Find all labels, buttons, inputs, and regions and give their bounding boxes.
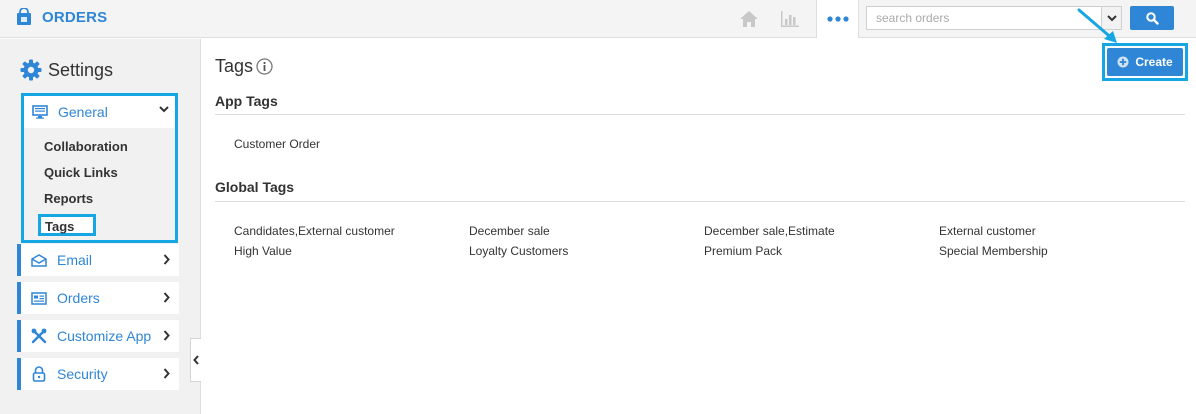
settings-header: Settings [20,59,113,81]
envelope-icon [31,252,47,268]
tag-item[interactable]: December sale,Estimate [704,224,835,238]
divider [215,201,1185,202]
sidebar-item-label: Orders [57,290,100,306]
pointer-arrow-icon [1077,8,1117,43]
sidebar-subitem-reports[interactable]: Reports [44,191,93,206]
chart-icon[interactable] [779,8,801,30]
chevron-down-icon [159,106,169,113]
app-tags-heading: App Tags [215,93,278,109]
create-button[interactable]: Create [1107,48,1183,76]
tag-item[interactable]: December sale [469,224,550,238]
search-button[interactable] [1130,6,1174,30]
sidebar-item-label: Security [57,366,108,382]
tag-item[interactable]: Customer Order [234,137,320,151]
sidebar-subitem-tags-label: Tags [45,219,75,234]
more-icon [826,16,849,22]
top-bar: ORDERS [0,0,1196,38]
chevron-left-icon [193,355,199,365]
plus-circle-icon [1117,56,1129,68]
tag-item[interactable]: Loyalty Customers [469,244,568,258]
sidebar-item-label: Email [57,252,93,268]
monitor-icon [32,104,48,120]
more-button[interactable] [816,0,859,38]
tag-item[interactable]: Premium Pack [704,244,782,258]
chevron-right-icon [163,330,170,341]
sidebar-item-label: General [58,104,108,120]
chevron-right-icon [163,292,170,303]
tag-item[interactable]: Candidates,External customer [234,224,395,238]
tools-icon [31,328,47,344]
home-icon[interactable] [738,8,760,30]
sidebar-title: Settings [48,59,114,80]
sidebar-item-email[interactable]: Email [17,244,179,276]
search-icon [1145,11,1159,25]
sidebar: Settings General Collaboration Quick Lin… [0,39,201,414]
create-button-label: Create [1135,55,1173,69]
search-input[interactable] [866,6,1102,30]
lock-icon [31,366,47,382]
global-tags-heading: Global Tags [215,179,295,195]
sidebar-item-orders[interactable]: Orders [17,282,179,314]
brand[interactable]: ORDERS [16,7,108,26]
sidebar-item-security[interactable]: Security [17,358,179,390]
general-section-highlight: General Collaboration Quick Links Report… [21,93,178,243]
tag-item[interactable]: Special Membership [939,244,1048,258]
sidebar-subitem-collaboration[interactable]: Collaboration [44,139,128,154]
gear-icon [20,59,42,81]
main-content: Tags Create App Tags Customer Order Glob… [201,39,1196,414]
page-title: Tags [215,56,254,76]
app-title: ORDERS [42,8,108,26]
info-icon[interactable] [256,58,273,75]
divider [215,114,1185,115]
sidebar-item-customize-app[interactable]: Customize App [17,320,179,352]
create-button-highlight: Create [1102,43,1188,81]
sidebar-item-label: Customize App [57,328,152,344]
chevron-right-icon [163,254,170,265]
sidebar-subitem-quick-links[interactable]: Quick Links [44,165,118,180]
sidebar-subitem-tags[interactable]: Tags [38,214,96,236]
shopping-bag-icon [16,7,32,26]
sidebar-item-general[interactable]: General [24,96,175,128]
tag-item[interactable]: External customer [939,224,1036,238]
orders-icon [31,290,47,306]
chevron-right-icon [163,368,170,379]
tag-item[interactable]: High Value [234,244,292,258]
